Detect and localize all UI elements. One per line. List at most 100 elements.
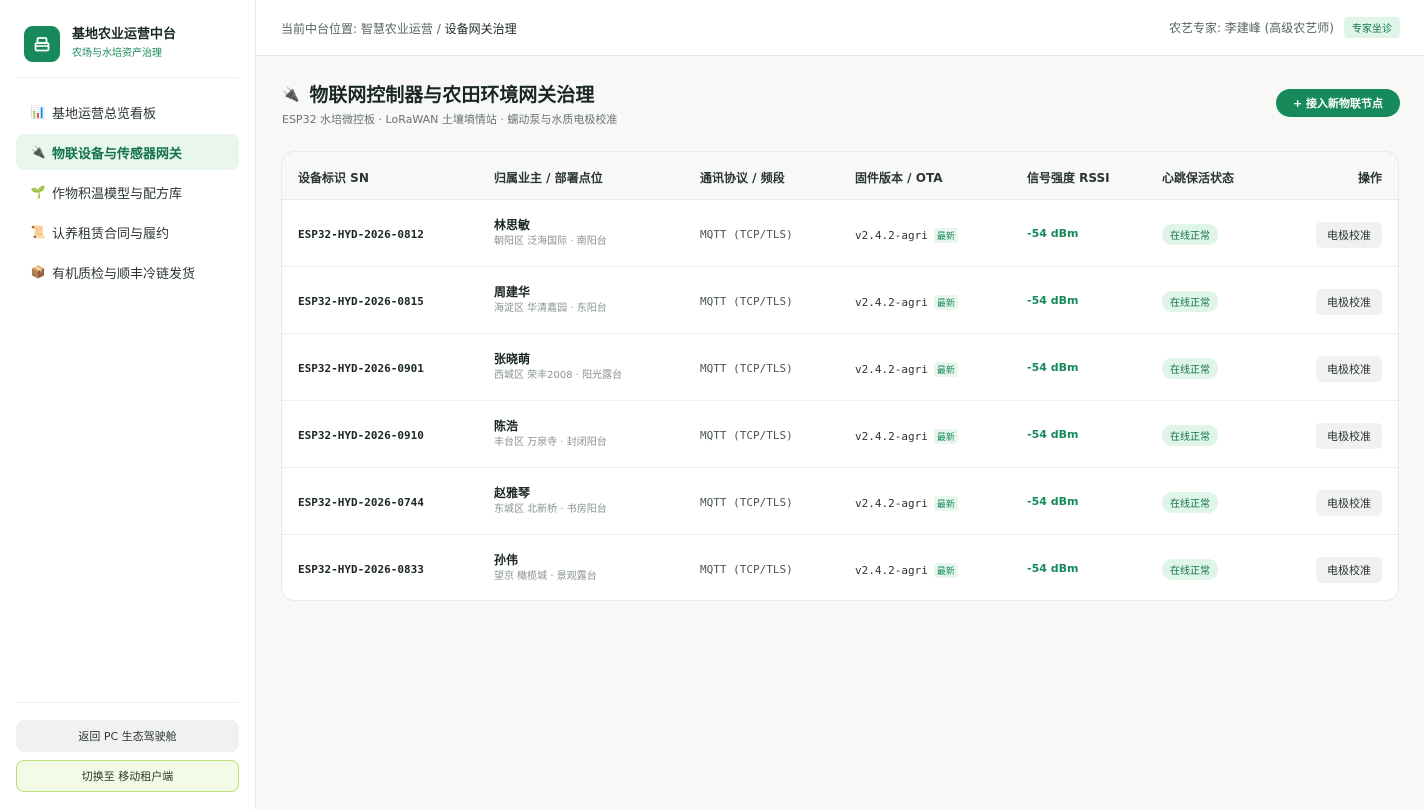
protocol: MQTT (TCP/TLS) [700,295,793,308]
table-row: ESP32-HYD-2026-0812 林思敏 朝阳区 泛海国际 · 南阳台 MQTT… [282,200,1398,267]
expert-name: 农艺专家: 李建峰 (高级农艺师) [1168,21,1334,35]
back-to-pc-button[interactable]: 返回 PC 生态驾驶舱 [16,720,239,752]
sidebar: 基地农业运营中台 农场与水培资产治理 📊 基地运营总览看板 🔌 物联设备与传感器网关 🌱… [0,0,256,809]
page-subtitle: ESP32 水培微控板 · LoRaWAN 土壤墒情站 · 蠕动泵与水质电极校准 [282,113,618,126]
owner-cell: 赵雅琴东城区 北新桥 · 书房阳台 [494,485,607,517]
firmware-latest-tag: 最新 [933,496,958,511]
device-sn: ESP32-HYD-2026-0910 [298,429,424,442]
firmware-version: v2.4.2-agri [855,363,928,376]
sidebar-item-2[interactable]: 🌱 作物积温模型与配方库 [16,174,239,210]
table-row: ESP32-HYD-2026-0815 周建华海淀区 华清嘉园 · 东阳台 MQTT… [282,267,1398,334]
owner-location: 望京 橄榄城 · 景观露台 [494,571,597,582]
calibrate-button[interactable]: 电极校准 [1316,423,1382,449]
table-row: ESP32-HYD-2026-0901 张晓萌 西城区 荣丰2008 · 阳光露台 M… [282,334,1398,401]
owner-cell: 林思敏 朝阳区 泛海国际 · 南阳台 [494,217,607,249]
table-row: ESP32-HYD-2026-0910 陈浩 丰台区 万泉寺 · 封闭阳台 MQTT … [282,401,1398,468]
breadcrumb-prefix: 当前中台位置: [281,22,358,36]
package-icon: 📦 [30,265,46,279]
owner-cell: 张晓萌 西城区 荣丰2008 · 阳光露台 [494,351,622,383]
brand: 基地农业运营中台 农场与水培资产治理 [24,26,176,62]
sidebar-item-label: 作物积温模型与配方库 [52,186,183,202]
rssi-value: -54 dBm [1027,562,1079,575]
status-badge: 在线正常 [1162,425,1218,446]
firmware-cell: v2.4.2-agri 最新 [855,228,958,243]
breadcrumb-current: 设备网关治理 [444,22,517,36]
rssi-value: -54 dBm [1027,294,1079,307]
status-badge: 在线正常 [1162,358,1218,379]
sidebar-item-label: 有机质检与顺丰冷链发货 [52,266,196,282]
owner-location: 朝阳区 泛海国际 · 南阳台 [494,236,607,247]
firmware-version: v2.4.2-agri [855,296,928,309]
owner-cell: 陈浩丰台区 万泉寺 · 封闭阳台 [494,418,607,450]
owner-cell: 孙伟望京 橄榄城 · 景观露台 [494,552,597,584]
device-sn: ESP32-HYD-2026-0812 [298,228,424,241]
bar-chart-icon: 📊 [30,105,46,119]
status-badge: 在线正常 [1162,559,1218,580]
device-table: 设备标识 SN 归属业主 / 部署点位 通讯协议 / 频段 固件版本 / OTA… [281,151,1399,601]
owner-cell: 周建华海淀区 华清嘉园 · 东阳台 [494,284,607,316]
expert-badge[interactable]: 专家坐诊 [1344,17,1400,38]
owner-name: 赵雅琴 [494,486,531,500]
sidebar-item-1[interactable]: 🔌 物联设备与传感器网关 [16,134,239,170]
column-header-owner: 归属业主 / 部署点位 [494,171,603,185]
calibrate-button[interactable]: 电极校准 [1316,557,1382,583]
rssi-value: -54 dBm [1027,495,1079,508]
owner-name: 周建华 [494,285,531,299]
firmware-cell: v2.4.2-agri 最新 [855,429,958,444]
firmware-cell: v2.4.2-agri 最新 [855,563,958,578]
rssi-value: -54 dBm [1027,227,1079,240]
rssi-value: -54 dBm [1027,428,1079,441]
sidebar-item-0[interactable]: 📊 基地运营总览看板 [16,94,239,130]
add-iot-node-button[interactable]: + 接入新物联节点 [1276,89,1400,117]
sidebar-nav: 📊 基地运营总览看板 🔌 物联设备与传感器网关 🌱 作物积温模型与配方库 📜 认养租赁合同与履… [16,94,239,294]
breadcrumb-parent[interactable]: 智慧农业运营 [361,22,433,36]
owner-location: 海淀区 华清嘉园 · 东阳台 [494,303,607,314]
device-sn: ESP32-HYD-2026-0815 [298,295,424,308]
protocol: MQTT (TCP/TLS) [700,228,793,241]
status-badge: 在线正常 [1162,291,1218,312]
column-header-status: 心跳保活状态 [1162,171,1235,185]
breadcrumb-separator: / [436,22,441,36]
firmware-latest-tag: 最新 [933,563,958,578]
firmware-latest-tag: 最新 [933,228,958,243]
rssi-value: -54 dBm [1027,361,1079,374]
firmware-latest-tag: 最新 [933,295,958,310]
firmware-version: v2.4.2-agri [855,430,928,443]
column-header-rssi: 信号强度 RSSI [1027,171,1110,185]
plug-icon: 🔌 [30,145,46,159]
calibrate-button[interactable]: 电极校准 [1316,289,1382,315]
plug-icon: 🔌 [282,87,300,103]
status-badge: 在线正常 [1162,492,1218,513]
page-title-row: 🔌 物联网控制器与农田环境网关治理 [282,82,617,108]
calibrate-button[interactable]: 电极校准 [1316,356,1382,382]
firmware-version: v2.4.2-agri [855,229,928,242]
firmware-version: v2.4.2-agri [855,497,928,510]
owner-name: 孙伟 [494,553,519,567]
firmware-cell: v2.4.2-agri 最新 [855,295,958,310]
protocol: MQTT (TCP/TLS) [700,362,793,375]
owner-location: 东城区 北新桥 · 书房阳台 [494,504,607,515]
calibrate-button[interactable]: 电极校准 [1316,222,1382,248]
page-header: 🔌 物联网控制器与农田环境网关治理 ESP32 水培微控板 · LoRaWAN … [282,82,617,127]
top-bar: 当前中台位置: 智慧农业运营 / 设备网关治理 农艺专家: 李建峰 (高级农艺师… [256,0,1424,56]
sidebar-item-label: 认养租赁合同与履约 [52,226,170,242]
protocol: MQTT (TCP/TLS) [700,496,793,509]
owner-name: 陈浩 [494,419,519,433]
sidebar-item-4[interactable]: 📦 有机质检与顺丰冷链发货 [16,254,239,290]
table-body: ESP32-HYD-2026-0812 林思敏 朝阳区 泛海国际 · 南阳台 MQTT… [282,200,1398,600]
firmware-cell: v2.4.2-agri 最新 [855,362,958,377]
switch-mobile-button[interactable]: 切换至 移动租户端 [16,760,239,792]
firmware-latest-tag: 最新 [933,429,958,444]
sidebar-item-3[interactable]: 📜 认养租赁合同与履约 [16,214,239,250]
firmware-latest-tag: 最新 [933,362,958,377]
seedling-icon: 🌱 [30,185,46,199]
status-badge: 在线正常 [1162,224,1218,245]
device-sn: ESP32-HYD-2026-0833 [298,563,424,576]
scroll-icon: 📜 [30,225,46,239]
box-icon [24,26,60,62]
firmware-version: v2.4.2-agri [855,564,928,577]
sidebar-item-label: 基地运营总览看板 [52,106,157,122]
owner-location: 丰台区 万泉寺 · 封闭阳台 [494,437,607,448]
sidebar-item-label: 物联设备与传感器网关 [52,146,183,162]
calibrate-button[interactable]: 电极校准 [1316,490,1382,516]
